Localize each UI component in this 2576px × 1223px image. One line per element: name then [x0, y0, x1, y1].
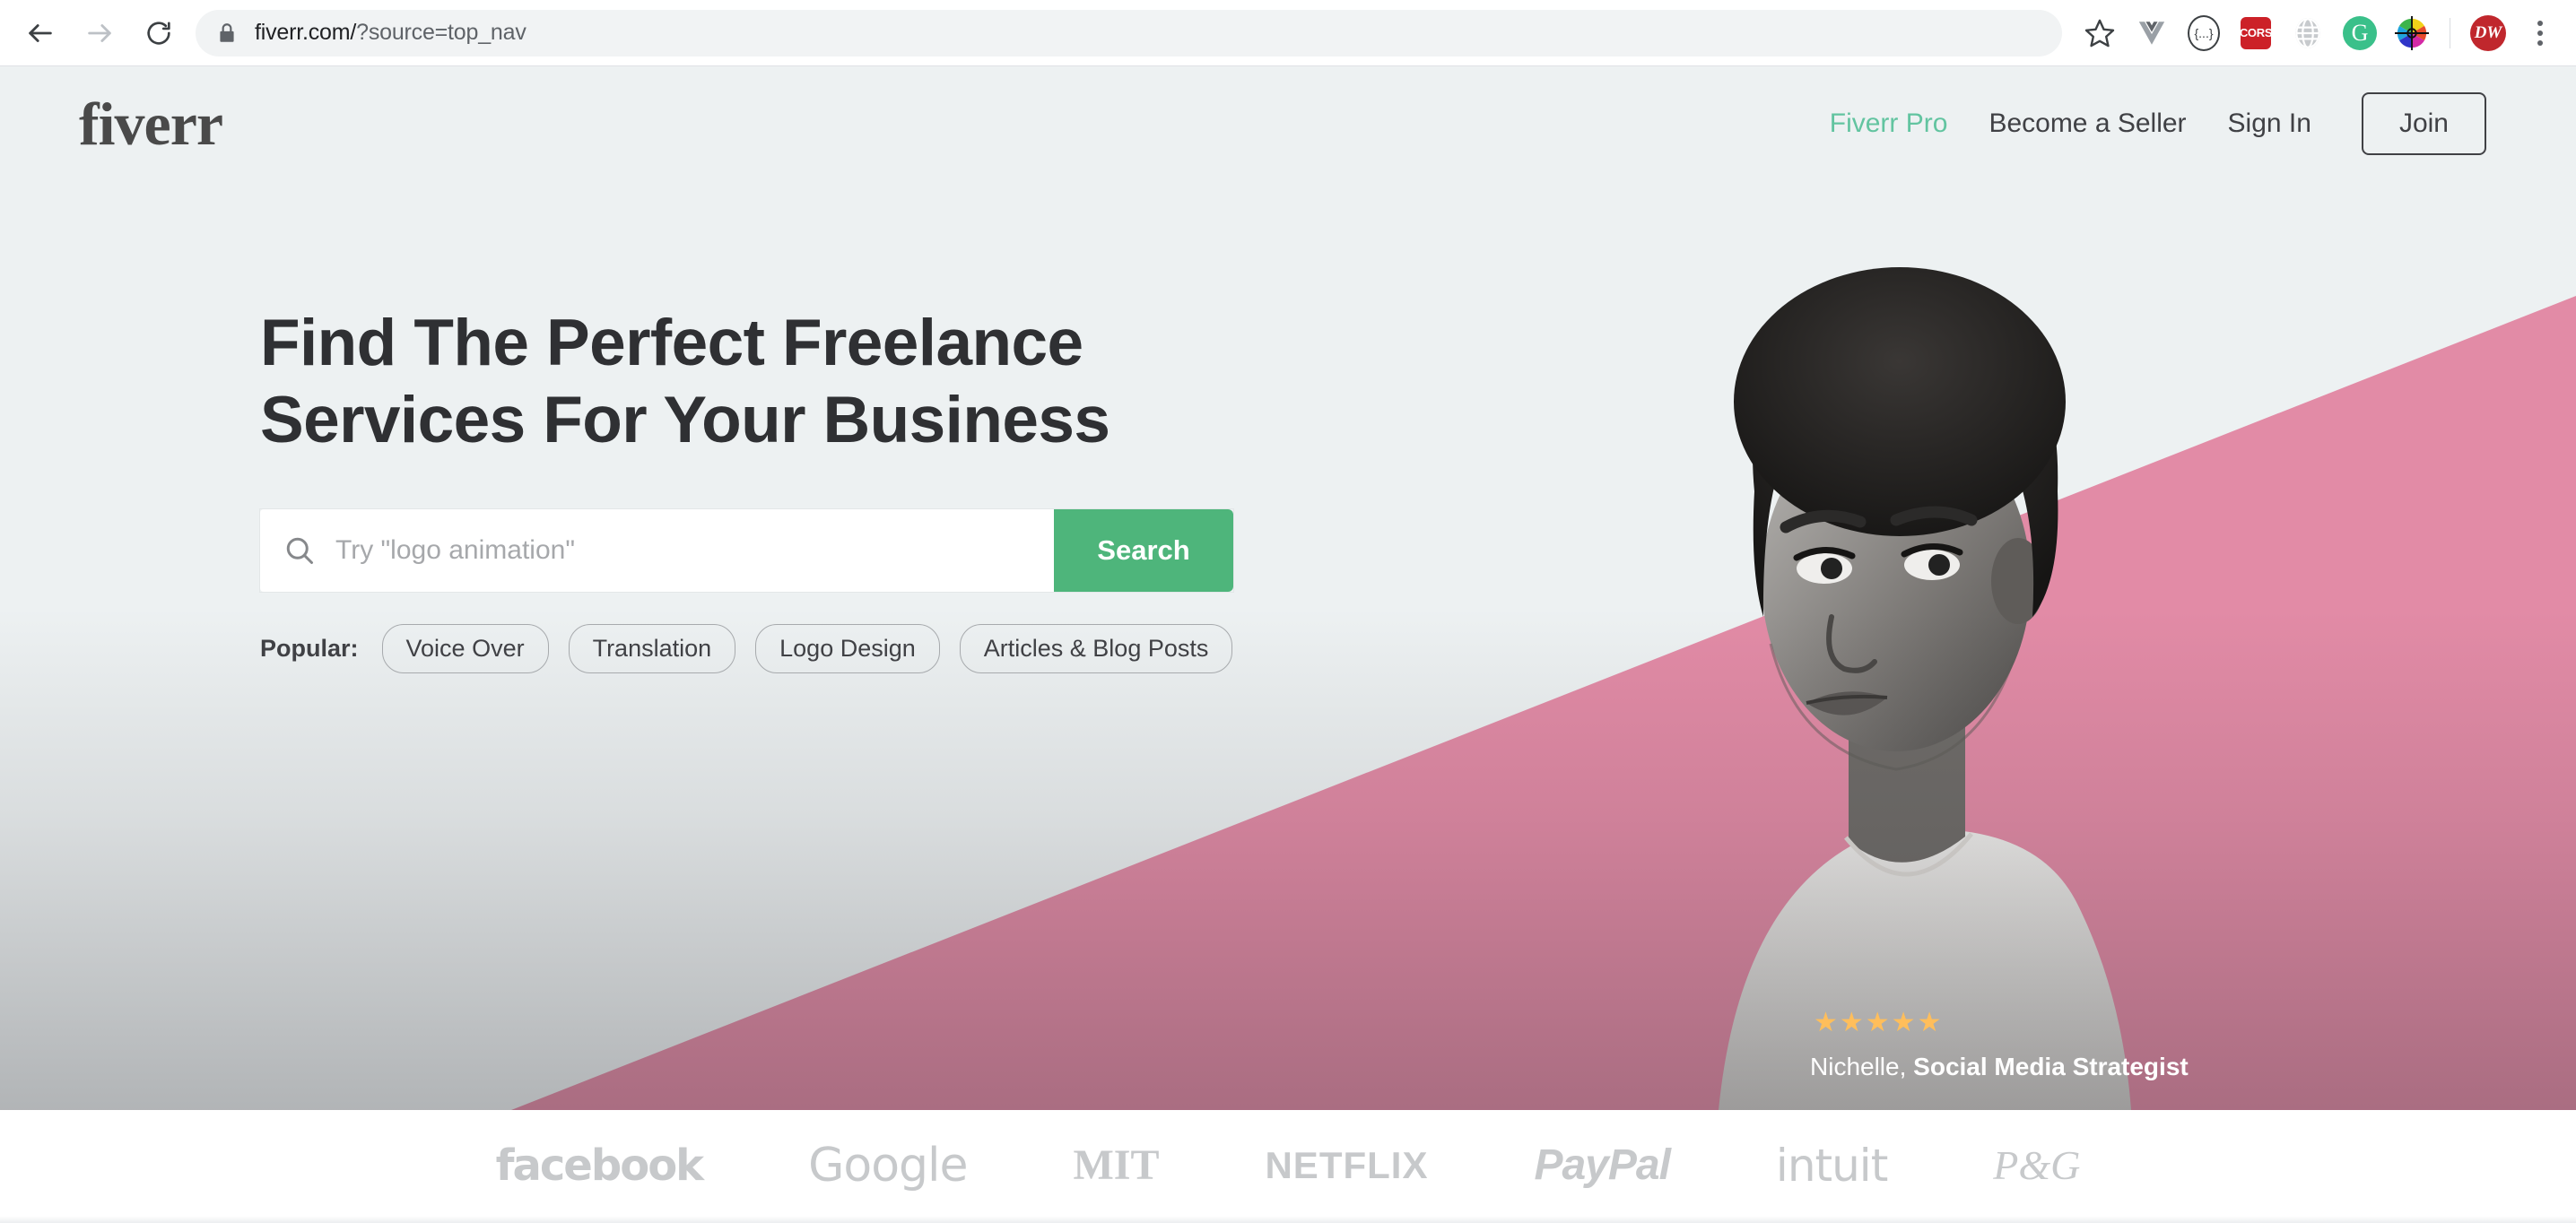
fiverr-logo[interactable]: fiverr	[79, 93, 223, 154]
join-button[interactable]: Join	[2361, 92, 2486, 155]
hero-content: Find The Perfect Freelance Services For …	[260, 305, 1426, 674]
forward-button[interactable]	[72, 5, 127, 61]
extension-globe-translate[interactable]	[2283, 8, 2333, 58]
popular-label: Popular:	[260, 635, 359, 663]
headline-line-1: Find The Perfect Freelance	[260, 307, 1083, 379]
nav-link-become-a-seller[interactable]: Become a Seller	[1989, 108, 2186, 139]
popular-tag-articles-blog-posts[interactable]: Articles & Blog Posts	[959, 624, 1233, 674]
vue-devtools-icon	[2138, 21, 2165, 45]
browser-toolbar: fiverr.com/?source=top_nav {...} CORS G …	[0, 0, 2576, 66]
search-icon	[286, 538, 313, 565]
extension-cors-unblock[interactable]: CORS	[2231, 8, 2281, 58]
site-header: fiverr Fiverr Pro Become a Seller Sign I…	[0, 66, 2576, 181]
url-main: fiverr.com/	[255, 20, 357, 45]
color-picker-icon	[2395, 15, 2429, 50]
grammarly-icon: G	[2343, 15, 2377, 50]
extension-json-formatter[interactable]: {...}	[2179, 8, 2229, 58]
brand-logo-facebook: facebook	[495, 1141, 705, 1191]
address-bar[interactable]: fiverr.com/?source=top_nav	[196, 9, 2062, 56]
trusted-by-brands-strip: facebook Google MIT NETFLIX PayPal intui…	[0, 1110, 2576, 1221]
hero-section: fiverr Fiverr Pro Become a Seller Sign I…	[0, 66, 2576, 1110]
extension-color-picker[interactable]	[2387, 8, 2437, 58]
extension-vue-devtools[interactable]	[2127, 8, 2177, 58]
reload-button[interactable]	[131, 5, 187, 61]
extension-grammarly[interactable]: G	[2335, 8, 2385, 58]
forward-arrow-icon	[88, 23, 111, 42]
brand-logo-pg: P&G	[1993, 1142, 2081, 1188]
popular-tag-translation[interactable]: Translation	[568, 624, 736, 674]
back-button[interactable]	[13, 5, 68, 61]
dw-extension-icon: DW	[2470, 14, 2506, 51]
testimonial-name: Nichelle,	[1810, 1053, 1907, 1080]
page-title: Find The Perfect Freelance Services For …	[260, 305, 1426, 459]
brand-logo-intuit: intuit	[1775, 1140, 1888, 1192]
star-icon	[2084, 19, 2115, 47]
popular-tag-voice-over[interactable]: Voice Over	[381, 624, 549, 674]
page-bottom-edge	[0, 1216, 2576, 1223]
search-button[interactable]: Search	[1054, 509, 1233, 593]
url-text: fiverr.com/?source=top_nav	[255, 20, 527, 46]
lock-icon	[220, 22, 234, 42]
popular-tags-row: Popular: Voice Over Translation Logo Des…	[260, 624, 1426, 674]
cors-unblock-icon: CORS	[2240, 16, 2272, 49]
search-input-container[interactable]	[260, 509, 1054, 593]
testimonial-caption: Nichelle, Social Media Strategist	[1810, 1053, 2189, 1081]
page-viewport: fiverr Fiverr Pro Become a Seller Sign I…	[0, 66, 2576, 1223]
hero-search-bar: Search	[260, 509, 1233, 593]
headline-line-2: Services For Your Business	[260, 384, 1110, 457]
nav-link-sign-in[interactable]: Sign In	[2228, 108, 2311, 139]
testimonial-role: Social Media Strategist	[1913, 1053, 2189, 1080]
search-input[interactable]	[335, 535, 1031, 567]
back-arrow-icon	[29, 23, 52, 42]
json-formatter-icon: {...}	[2188, 14, 2220, 51]
kebab-menu-icon	[2537, 20, 2543, 46]
rating-stars: ★★★★★	[1814, 1008, 1944, 1037]
globe-translate-icon	[2295, 17, 2320, 48]
brand-logo-google: Google	[808, 1139, 968, 1193]
brand-logo-netflix: NETFLIX	[1265, 1144, 1429, 1186]
browser-extension-toolbar: {...} CORS G DW	[2075, 8, 2576, 58]
portrait-illustration	[1719, 267, 2131, 1110]
url-query: ?source=top_nav	[356, 20, 527, 45]
hero-portrait-photo	[1656, 195, 2140, 1110]
nav-link-fiverr-pro[interactable]: Fiverr Pro	[1830, 108, 1948, 139]
extension-dw[interactable]: DW	[2463, 8, 2513, 58]
hero-testimonial: ★★★★★ Nichelle, Social Media Strategist	[1810, 1010, 2189, 1081]
browser-nav-buttons	[0, 5, 187, 61]
reload-icon	[147, 21, 170, 45]
brand-logo-mit: MIT	[1073, 1141, 1160, 1189]
popular-tag-logo-design[interactable]: Logo Design	[755, 624, 940, 674]
brand-logo-paypal: PayPal	[1534, 1141, 1670, 1189]
header-nav: Fiverr Pro Become a Seller Sign In Join	[1830, 92, 2486, 155]
browser-menu-button[interactable]	[2515, 8, 2565, 58]
bookmark-button[interactable]	[2075, 8, 2125, 58]
